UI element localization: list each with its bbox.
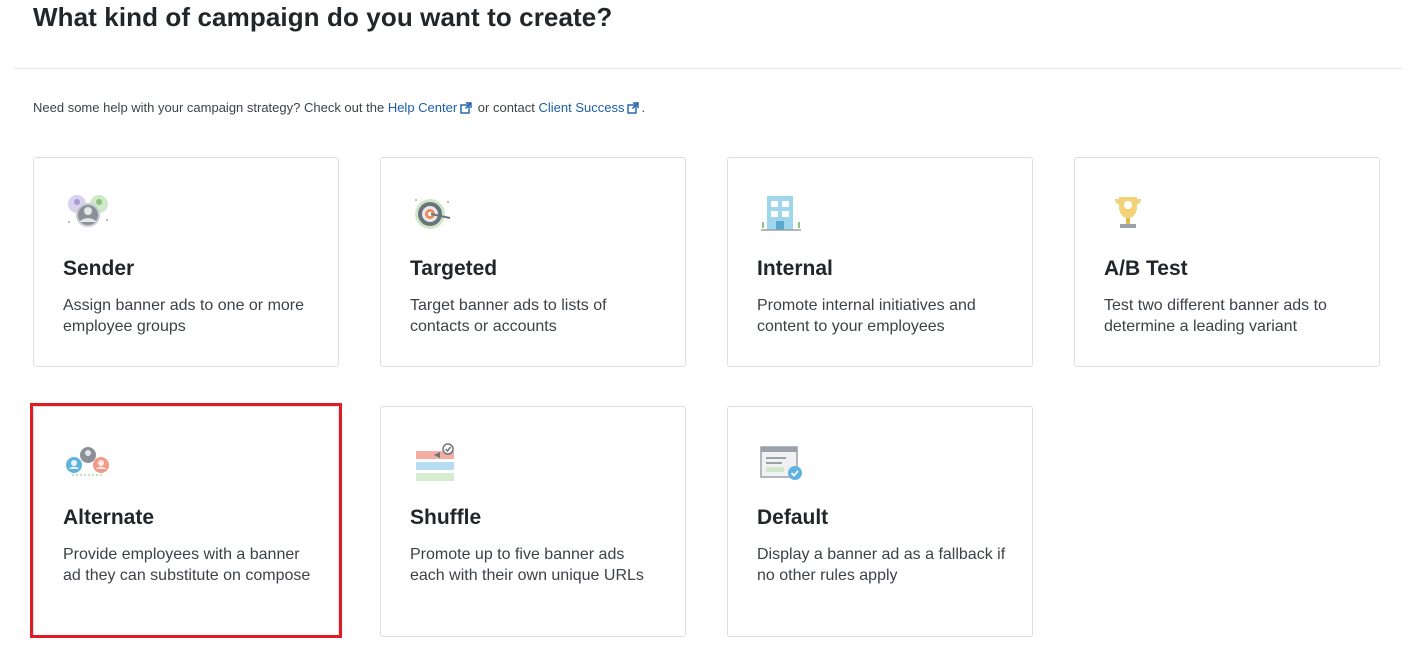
target-icon bbox=[410, 192, 458, 236]
campaign-card-default[interactable]: Default Display a banner ad as a fallbac… bbox=[727, 406, 1033, 637]
card-description: Provide employees with a banner ad they … bbox=[63, 546, 311, 584]
people-group-icon bbox=[63, 192, 111, 236]
alternate-people-icon bbox=[63, 441, 111, 485]
client-success-link[interactable]: Client Success bbox=[539, 100, 642, 115]
card-title: Default bbox=[757, 506, 829, 529]
card-description: Display a banner ad as a fallback if no … bbox=[757, 546, 1006, 584]
external-link-icon bbox=[460, 102, 472, 117]
external-link-icon bbox=[627, 102, 640, 117]
campaign-card-internal[interactable]: Internal Promote internal initiatives an… bbox=[727, 157, 1033, 367]
campaign-card-sender[interactable]: Sender Assign banner ads to one or more … bbox=[33, 157, 339, 367]
shuffle-banners-icon bbox=[410, 441, 458, 485]
card-description: Promote up to five banner ads each with … bbox=[410, 546, 644, 584]
help-suffix: . bbox=[641, 100, 646, 115]
campaign-card-alternate[interactable]: Alternate Provide employees with a banne… bbox=[33, 406, 339, 637]
card-description: Test two different banner ads to determi… bbox=[1104, 297, 1327, 335]
card-title: Targeted bbox=[410, 257, 498, 280]
card-title: Shuffle bbox=[410, 506, 482, 529]
card-title: Alternate bbox=[63, 506, 155, 529]
trophy-icon bbox=[1104, 192, 1152, 236]
card-description: Assign banner ads to one or more employe… bbox=[63, 297, 305, 335]
campaign-card-shuffle[interactable]: Shuffle Promote up to five banner ads ea… bbox=[380, 406, 686, 637]
card-title: A/B Test bbox=[1104, 257, 1188, 280]
page-title: What kind of campaign do you want to cre… bbox=[33, 2, 613, 32]
help-text: Need some help with your campaign strate… bbox=[33, 100, 645, 117]
card-description: Target banner ads to lists of contacts o… bbox=[410, 297, 607, 335]
help-center-link[interactable]: Help Center bbox=[388, 100, 474, 115]
card-description: Promote internal initiatives and content… bbox=[757, 297, 976, 335]
help-middle: or contact bbox=[474, 100, 539, 115]
default-banner-icon bbox=[757, 441, 805, 485]
help-prefix: Need some help with your campaign strate… bbox=[33, 100, 388, 115]
campaign-card-ab-test[interactable]: A/B Test Test two different banner ads t… bbox=[1074, 157, 1380, 367]
campaign-card-targeted[interactable]: Targeted Target banner ads to lists of c… bbox=[380, 157, 686, 367]
building-icon bbox=[757, 192, 805, 236]
card-title: Internal bbox=[757, 257, 833, 280]
header-divider bbox=[14, 68, 1402, 69]
card-title: Sender bbox=[63, 257, 135, 280]
